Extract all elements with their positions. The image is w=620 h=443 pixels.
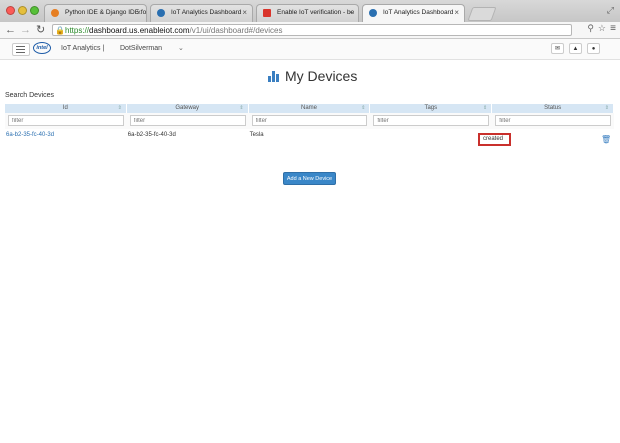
grid-header: Id ⇕ Gateway ⇕ Name ⇕ Tags ⇕ Status ⇕: [5, 104, 614, 113]
browser-tab-bar: Python IDE & Django IDE fo × IoT Analyti…: [0, 0, 620, 23]
tab-label: Python IDE & Django IDE fo: [65, 9, 147, 16]
filter-id-input[interactable]: [8, 115, 124, 126]
bar-chart-icon-bar: [268, 76, 271, 82]
tab-label: IoT Analytics Dashboard: [171, 9, 242, 16]
filter-tags-input[interactable]: [373, 115, 490, 126]
filter-name-input[interactable]: [251, 115, 368, 126]
filter-cell: [249, 113, 371, 129]
sort-icon[interactable]: ⇕: [483, 104, 487, 113]
device-name: Tesla: [249, 132, 264, 138]
bell-icon[interactable]: ▲: [569, 43, 582, 54]
reload-icon[interactable]: ↻: [36, 23, 45, 37]
tab-label: IoT Analytics Dashboard: [383, 9, 454, 16]
browser-menu-icon[interactable]: ≡: [610, 23, 616, 34]
sort-icon[interactable]: ⇕: [605, 104, 609, 113]
window-close-button[interactable]: [6, 6, 15, 15]
filter-cell: [5, 113, 127, 129]
user-icon[interactable]: ●: [587, 43, 600, 54]
table-row[interactable]: 6a-b2-35-fc-40-3d 6a-b2-35-fc-40-3d Tesl…: [5, 129, 614, 141]
devices-grid: Id ⇕ Gateway ⇕ Name ⇕ Tags ⇕ Status ⇕ 6a-b2-3…: [5, 104, 614, 141]
filter-status-input[interactable]: [495, 115, 611, 126]
hamburger-line: [16, 52, 25, 53]
sort-icon[interactable]: ⇕: [118, 104, 122, 113]
close-tab-icon[interactable]: ×: [136, 8, 141, 17]
bar-chart-icon-bar: [272, 71, 275, 82]
browser-tab-iot-dashboard-2[interactable]: IoT Analytics Dashboard ×: [362, 4, 465, 22]
intel-logo: intel: [33, 42, 51, 54]
iot-favicon-icon: [157, 9, 165, 17]
bar-chart-icon: [268, 70, 282, 82]
close-tab-icon[interactable]: ×: [348, 8, 353, 17]
chevron-down-icon[interactable]: ⌄: [178, 44, 184, 52]
column-header-name[interactable]: Name ⇕: [249, 104, 371, 113]
close-tab-icon[interactable]: ×: [242, 8, 247, 17]
device-id-link[interactable]: 6a-b2-35-fc-40-3d: [5, 129, 127, 141]
bar-chart-icon-bar: [276, 74, 279, 82]
add-device-button[interactable]: Add a New Device: [283, 172, 336, 185]
filter-cell: [492, 113, 614, 129]
hamburger-line: [16, 46, 25, 47]
window-minimize-button[interactable]: [18, 6, 27, 15]
new-tab-button[interactable]: [467, 7, 497, 21]
close-tab-icon[interactable]: ×: [454, 8, 459, 17]
url-host: dashboard.us.enableiot.com: [89, 26, 190, 35]
browser-tab-gmail[interactable]: Enable IoT verification - be ×: [256, 4, 359, 22]
search-icon[interactable]: ⚲: [587, 23, 594, 34]
url-path: /v1/ui/dashboard#/devices: [189, 26, 283, 35]
forward-arrow-icon[interactable]: →: [20, 23, 31, 37]
gmail-favicon-icon: [263, 9, 271, 17]
trash-icon[interactable]: 🗑: [601, 135, 611, 144]
column-header-tags[interactable]: Tags ⇕: [370, 104, 493, 113]
browser-toolbar: ← → ↻ 🔒 https://dashboard.us.enableiot.c…: [0, 22, 620, 39]
account-name[interactable]: DotSilverman: [120, 45, 162, 52]
filter-gateway-input[interactable]: [129, 115, 246, 126]
filter-row: [5, 113, 614, 129]
filter-cell: [370, 113, 492, 129]
column-header-label: Name: [300, 105, 317, 111]
column-header-label: Status: [544, 105, 562, 111]
hamburger-menu-button[interactable]: [12, 43, 30, 56]
browser-tab-iot-dashboard-1[interactable]: IoT Analytics Dashboard ×: [150, 4, 253, 22]
window-zoom-button[interactable]: [30, 6, 39, 15]
status-badge: created: [478, 133, 511, 146]
app-brand: IoT Analytics |: [61, 45, 105, 52]
lock-icon: 🔒: [55, 26, 65, 35]
address-bar[interactable]: 🔒 https://dashboard.us.enableiot.com/v1/…: [52, 24, 572, 36]
fullscreen-icon[interactable]: ⤢: [607, 5, 614, 16]
column-header-status[interactable]: Status ⇕: [492, 104, 614, 113]
sort-icon[interactable]: ⇕: [239, 104, 243, 113]
page-title: My Devices: [285, 68, 358, 84]
iot-favicon-icon: [369, 9, 377, 17]
tab-label: Enable IoT verification - be: [277, 9, 355, 16]
url-scheme: https://: [65, 26, 90, 35]
device-gateway: 6a-b2-35-fc-40-3d: [127, 132, 176, 138]
filter-cell: [127, 113, 249, 129]
app-header: intel IoT Analytics | DotSilverman ⌄ ✉ ▲…: [0, 39, 620, 60]
browser-tab-python-ide[interactable]: Python IDE & Django IDE fo ×: [44, 4, 147, 22]
search-devices-label: Search Devices: [5, 92, 55, 99]
mail-icon[interactable]: ✉: [551, 43, 564, 54]
column-header-gateway[interactable]: Gateway ⇕: [127, 104, 249, 113]
column-header-label: Gateway: [175, 105, 200, 111]
bookmark-star-icon[interactable]: ☆: [598, 23, 606, 34]
hamburger-line: [16, 49, 25, 50]
device-tags: [370, 129, 492, 141]
sort-icon[interactable]: ⇕: [361, 104, 365, 113]
python-ide-favicon-icon: [51, 9, 59, 17]
back-arrow-icon[interactable]: ←: [5, 23, 16, 37]
column-header-id[interactable]: Id ⇕: [5, 104, 127, 113]
column-header-label: Id: [62, 105, 68, 111]
column-header-label: Tags: [424, 105, 438, 111]
